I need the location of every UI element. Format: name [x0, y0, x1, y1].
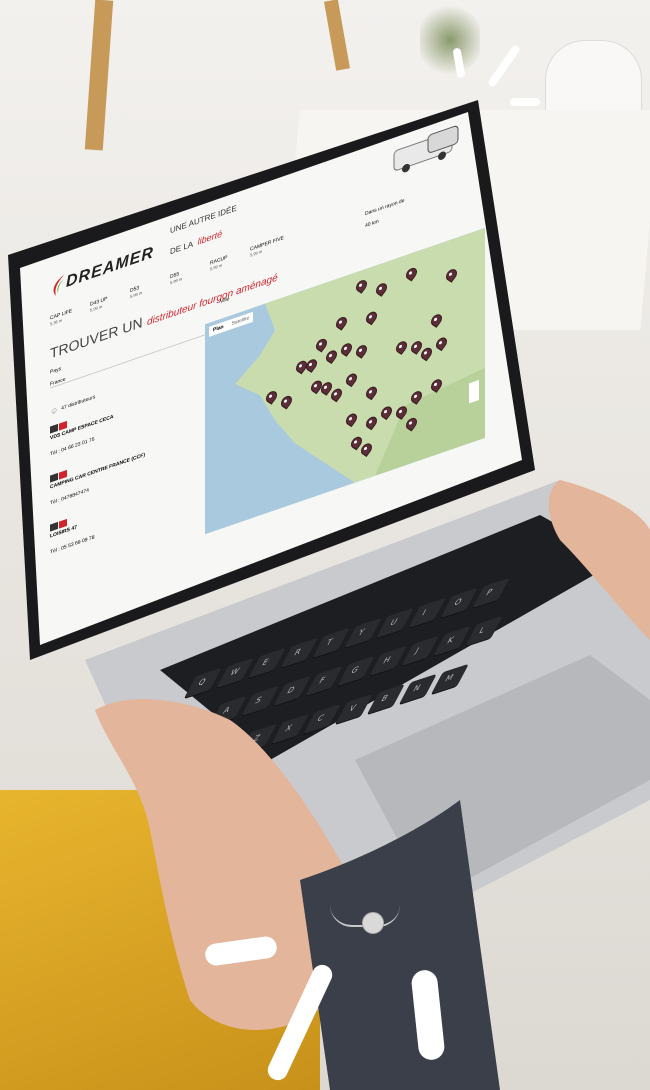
- photo-scene: Q W E R T Y U I O P A S D F G H J K L Z …: [0, 0, 650, 1090]
- hands: [95, 480, 650, 1090]
- sparkle-decoration: [510, 98, 540, 106]
- bracelet-charm: [362, 912, 384, 934]
